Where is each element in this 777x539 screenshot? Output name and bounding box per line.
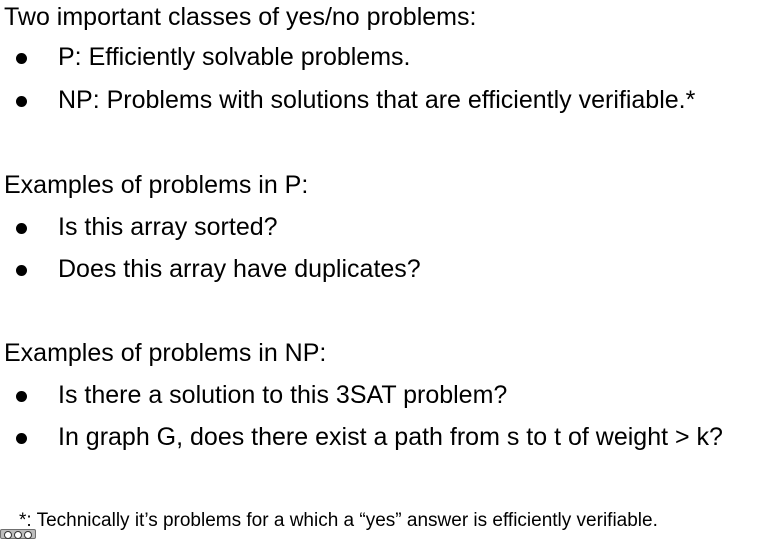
bullet-icon <box>16 433 27 444</box>
bullet-icon <box>16 391 27 402</box>
list-item-text: In graph G, does there exist a path from… <box>58 423 723 451</box>
sa-circle-icon <box>24 531 32 539</box>
cc-circle-icon <box>4 531 12 539</box>
footnote: *: Technically it’s problems for a which… <box>19 510 658 531</box>
section-heading-classes: Two important classes of yes/no problems… <box>4 3 477 31</box>
bullet-icon <box>16 265 27 276</box>
by-circle-icon <box>14 531 22 539</box>
bullet-icon <box>16 96 27 107</box>
list-item-text: Is this array sorted? <box>58 213 278 241</box>
bullet-icon <box>16 53 27 64</box>
bullet-icon <box>16 223 27 234</box>
slide: Two important classes of yes/no problems… <box>0 0 777 539</box>
list-item-text: Is there a solution to this 3SAT problem… <box>58 381 508 409</box>
list-item-text: NP: Problems with solutions that are eff… <box>58 86 696 114</box>
list-item-text: Does this array have duplicates? <box>58 255 421 283</box>
list-item-text: P: Efficiently solvable problems. <box>58 43 411 71</box>
cc-license-icon <box>0 529 36 539</box>
section-heading-examples-p: Examples of problems in P: <box>4 171 309 199</box>
section-heading-examples-np: Examples of problems in NP: <box>4 339 327 367</box>
